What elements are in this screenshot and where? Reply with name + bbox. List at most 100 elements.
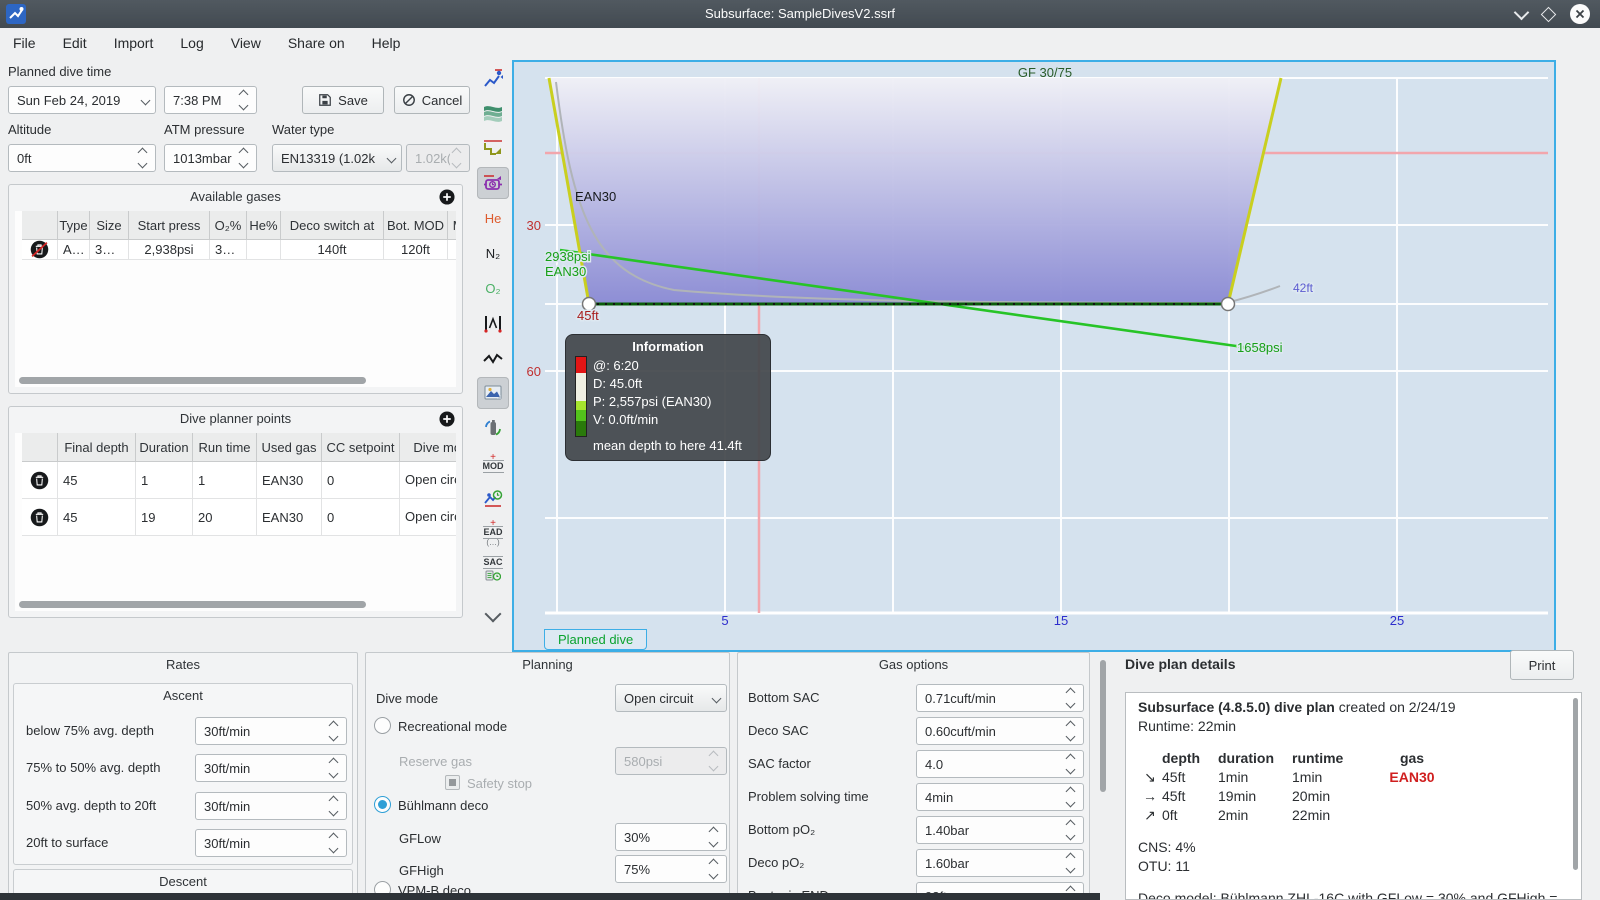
gas-cell-type[interactable]: A… (58, 240, 90, 260)
point-cell-final-depth[interactable]: 45 (58, 499, 136, 536)
rate-spinner[interactable]: 30ft/min (195, 717, 347, 745)
spin-up-icon[interactable] (328, 757, 339, 768)
point-cell-cc-setpoint[interactable]: 0 (322, 499, 400, 536)
plan-vscrollbar[interactable] (1573, 698, 1578, 870)
point-cell-used-gas[interactable]: EAN30 (257, 499, 322, 536)
dive-profile[interactable]: GF 30/75 EAN30 30 60 2938psi EAN30 45ft … (512, 60, 1556, 652)
menu-import[interactable]: Import (114, 35, 154, 51)
spin-up-icon[interactable] (328, 795, 339, 806)
spin-down-icon[interactable] (238, 158, 249, 169)
point-cell-dive-mode[interactable]: Open circuit (400, 462, 456, 499)
gas-cell-he[interactable] (247, 240, 281, 260)
point-row-delete[interactable] (22, 499, 58, 536)
points-col-dive-mode[interactable]: Dive mode (400, 433, 456, 462)
gases-col-deco-switch[interactable]: Deco switch at (281, 211, 384, 240)
spin-up-icon[interactable] (1065, 687, 1076, 698)
menu-edit[interactable]: Edit (63, 35, 87, 51)
point-cell-duration[interactable]: 1 (136, 462, 193, 499)
point-cell-duration[interactable]: 19 (136, 499, 193, 536)
spin-down-icon[interactable] (238, 100, 249, 111)
gfhigh-spinner[interactable]: 75% (615, 855, 727, 883)
problem-solving-time-spinner[interactable]: 4min (916, 783, 1084, 811)
points-col-cc-setpoint[interactable]: CC setpoint (322, 433, 400, 462)
spin-down-icon[interactable] (708, 837, 719, 848)
deco-po2-spinner[interactable]: 1.60bar (916, 849, 1084, 877)
points-col-final-depth[interactable]: Final depth (58, 433, 136, 462)
point-row-delete[interactable] (22, 462, 58, 499)
toggle-o2-button[interactable]: O₂ (477, 272, 509, 304)
save-button[interactable]: Save (302, 86, 384, 114)
print-button[interactable]: Print (1510, 650, 1574, 680)
heart-rate-button[interactable] (477, 342, 509, 374)
rate-spinner[interactable]: 30ft/min (195, 754, 347, 782)
toolbar-scroll-down[interactable] (477, 598, 509, 630)
spin-up-icon[interactable] (1065, 753, 1076, 764)
sac-button[interactable]: SAC (477, 552, 509, 584)
buhlmann-deco-radio[interactable] (374, 796, 391, 813)
points-table[interactable]: Final depth Duration Run time Used gas C… (15, 433, 456, 611)
gases-col-he[interactable]: He% (247, 211, 281, 240)
gas-cell-deco-switch[interactable]: 140ft (281, 240, 384, 260)
point-cell-run-time[interactable]: 20 (193, 499, 257, 536)
gases-col-o2[interactable]: O₂% (210, 211, 247, 240)
spin-up-icon[interactable] (1065, 852, 1076, 863)
spin-up-icon[interactable] (328, 832, 339, 843)
spin-down-icon[interactable] (708, 869, 719, 880)
gases-col-bot-mod[interactable]: Bot. MOD (384, 211, 448, 240)
menu-share-on[interactable]: Share on (288, 35, 345, 51)
bottom-po2-spinner[interactable]: 1.40bar (916, 816, 1084, 844)
menu-view[interactable]: View (231, 35, 261, 51)
menu-file[interactable]: File (13, 35, 36, 51)
gases-col-start-press[interactable]: Start press (129, 211, 210, 240)
spin-up-icon[interactable] (1065, 786, 1076, 797)
point-cell-final-depth[interactable]: 45 (58, 462, 136, 499)
gas-cell-size[interactable]: 3… (90, 240, 129, 260)
spin-down-icon[interactable] (1065, 698, 1076, 709)
spin-down-icon[interactable] (1065, 764, 1076, 775)
spin-up-icon[interactable] (238, 89, 249, 100)
tab-planned-dive[interactable]: Planned dive (544, 629, 648, 650)
sac-factor-spinner[interactable]: 4.0 (916, 750, 1084, 778)
gas-cell-press[interactable]: 2,938psi (129, 240, 210, 260)
add-gas-icon[interactable] (439, 189, 455, 205)
gflow-spinner[interactable]: 30% (615, 823, 727, 851)
minimize-icon[interactable] (1513, 4, 1530, 20)
spin-up-icon[interactable] (1065, 819, 1076, 830)
points-col-used-gas[interactable]: Used gas (257, 433, 322, 462)
toggle-n2-button[interactable]: N₂ (477, 237, 509, 269)
add-point-icon[interactable] (439, 411, 455, 427)
profile-edges-button[interactable] (477, 132, 509, 164)
gas-cell-mnd[interactable]: 98ft (448, 240, 456, 260)
points-col-run-time[interactable]: Run time (193, 433, 257, 462)
dive-computer-button[interactable] (477, 62, 509, 94)
point-cell-dive-mode[interactable]: Open circuit (400, 499, 456, 536)
spin-down-icon[interactable] (1065, 863, 1076, 874)
altitude-spinner[interactable]: 0ft (8, 144, 156, 172)
toggle-he-button[interactable]: He (477, 202, 509, 234)
profile-handle-end[interactable] (1220, 296, 1236, 312)
deco-sac-spinner[interactable]: 0.60cuft/min (916, 717, 1084, 745)
spin-down-icon[interactable] (328, 731, 339, 742)
dive-mode-combo[interactable]: Open circuit (615, 684, 727, 712)
spin-down-icon[interactable] (328, 843, 339, 854)
dive-plan-notes[interactable]: Subsurface (4.8.5.0) dive plan created o… (1125, 692, 1582, 900)
bottom-sac-spinner[interactable]: 0.71cuft/min (916, 684, 1084, 712)
spin-down-icon[interactable] (1065, 731, 1076, 742)
options-vscrollbar[interactable] (1100, 660, 1106, 792)
point-cell-used-gas[interactable]: EAN30 (257, 462, 322, 499)
water-type-combo[interactable]: EN13319 (1.02k (272, 144, 402, 172)
ndl-button[interactable] (477, 482, 509, 514)
gases-hscrollbar[interactable] (19, 377, 366, 384)
safety-stop-checkbox[interactable] (445, 775, 460, 790)
date-combo[interactable]: Sun Feb 24, 2019 (8, 86, 156, 114)
tissues-button[interactable] (477, 307, 509, 339)
spin-down-icon[interactable] (1065, 797, 1076, 808)
menu-log[interactable]: Log (180, 35, 203, 51)
atm-pressure-spinner[interactable]: 1013mbar (164, 144, 257, 172)
points-col-duration[interactable]: Duration (136, 433, 193, 462)
spin-up-icon[interactable] (137, 147, 148, 158)
gases-col-mnd[interactable]: MND (448, 211, 456, 240)
spin-up-icon[interactable] (708, 858, 719, 869)
close-icon[interactable] (1570, 4, 1590, 24)
spin-up-icon[interactable] (328, 720, 339, 731)
